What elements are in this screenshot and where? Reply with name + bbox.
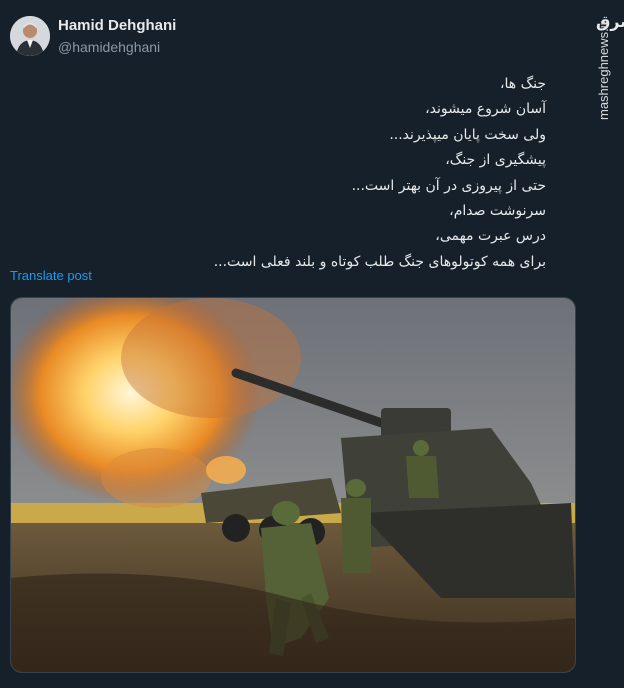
tweet-line: برای همه کوتولوهای جنگ طلب کوتاه و بلند … — [213, 253, 546, 270]
tweet-line: ولی سخت پایان میپذیرند... — [389, 126, 546, 143]
avatar[interactable] — [10, 16, 50, 56]
tweet-card: Hamid Dehghani @hamidehghani جنگ ها، آسا… — [0, 0, 590, 688]
author-display-name[interactable]: Hamid Dehghani — [58, 16, 176, 36]
artillery-photo — [11, 298, 575, 672]
tweet-line: سرنوشت صدام، — [449, 203, 546, 220]
watermark-strip: مشرق mashreghnews.ir — [590, 0, 624, 688]
translate-post-link[interactable]: Translate post — [10, 268, 92, 283]
tweet-photo[interactable] — [10, 297, 576, 673]
site-watermark: mashreghnews.ir — [596, 21, 611, 120]
tweet-text: جنگ ها، آسان شروع میشوند، ولی سخت پایان … — [26, 72, 546, 275]
tweet-line: حتی از پیروزی در آن بهتر است... — [351, 177, 546, 194]
tweet-line: پیشگیری از جنگ، — [445, 152, 546, 169]
author-block: Hamid Dehghani @hamidehghani — [58, 16, 176, 57]
author-handle[interactable]: @hamidehghani — [58, 37, 176, 57]
tweet-line: درس عبرت مهمی، — [435, 228, 546, 245]
tweet-line: آسان شروع میشوند، — [425, 101, 546, 118]
tweet-line: جنگ ها، — [499, 76, 546, 92]
avatar-image — [10, 16, 50, 56]
